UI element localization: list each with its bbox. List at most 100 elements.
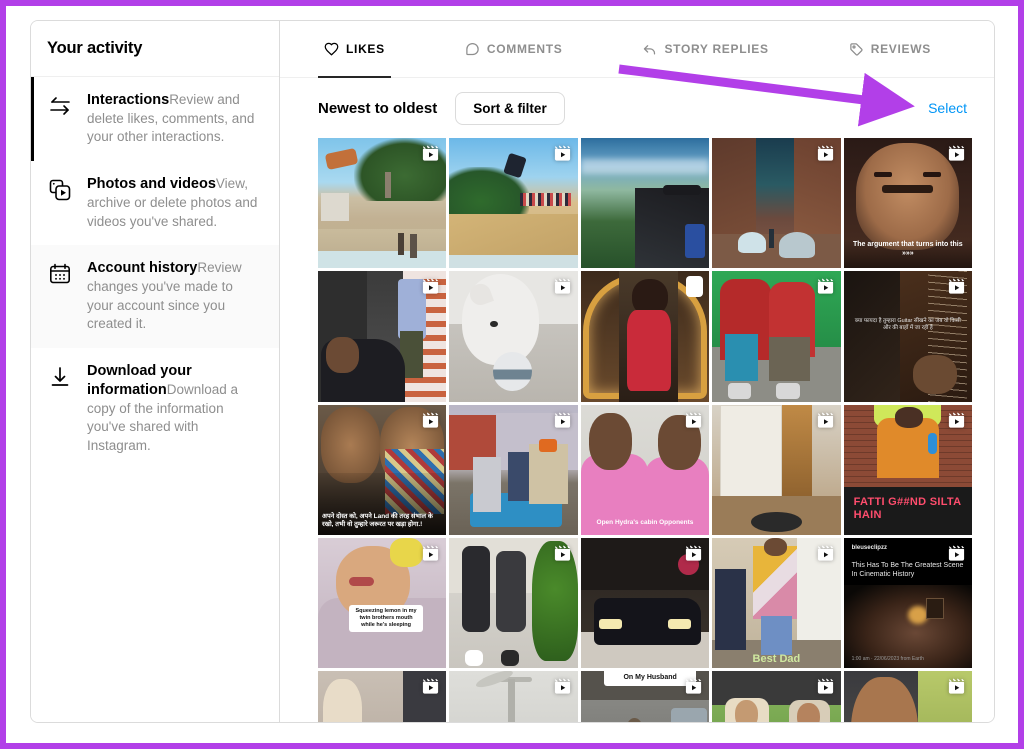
thumbnail-caption: क्या फायदा है तुम्हारा Guitar सीखने का ज… (852, 318, 964, 332)
grid-post-thumbnail[interactable] (712, 671, 840, 722)
tab-label: REVIEWS (871, 42, 931, 56)
sidebar-item-interactions[interactable]: InteractionsReview and delete likes, com… (31, 77, 279, 161)
grid-post-thumbnail[interactable] (449, 671, 577, 722)
grid-post-thumbnail[interactable]: अपने दोस्त को, अपने Land की तरह संभाल के… (318, 405, 446, 535)
sidebar-item-text: Download your informationDownload a copy… (87, 362, 261, 456)
reels-icon (421, 411, 440, 430)
grid-post-thumbnail[interactable]: bleuseclipzz This Has To Be The Greatest … (844, 538, 972, 668)
reels-icon (947, 544, 966, 563)
thumbnail-caption: The argument that turns into this »»» (850, 241, 966, 259)
your-activity-card: Your activity InteractionsReview and del… (30, 20, 995, 723)
thumbnail-caption: FATTI G##ND SILTA HAIN (844, 487, 972, 536)
reels-icon (421, 144, 440, 163)
toolbar: Newest to oldest Sort & filter Select (280, 78, 994, 138)
tweet-body: This Has To Be The Greatest Scene In Cin… (852, 562, 964, 580)
tab-likes[interactable]: LIKES (318, 22, 391, 78)
tab-comments[interactable]: COMMENTS (459, 22, 569, 78)
grid-post-thumbnail[interactable] (581, 271, 709, 401)
grid-post-thumbnail[interactable]: Open Hydra's cabin Opponents (581, 405, 709, 535)
reels-icon (816, 544, 835, 563)
sidebar-item-text: Account historyReview changes you've mad… (87, 259, 261, 334)
reels-icon (684, 411, 703, 430)
grid-post-thumbnail[interactable] (581, 538, 709, 668)
reels-icon (553, 544, 572, 563)
reels-icon (684, 677, 703, 696)
download-icon (47, 364, 73, 390)
grid-post-thumbnail[interactable] (318, 271, 446, 401)
tab-story-replies[interactable]: STORY REPLIES (636, 22, 774, 78)
tab-bar: LIKES COMMENTS STORY REPLIES REVIEWS (280, 21, 994, 78)
tweet-username: bleuseclipzz (852, 545, 887, 553)
sidebar-item-photos-and-videos[interactable]: Photos and videosView, archive or delete… (31, 161, 279, 245)
reels-icon (816, 411, 835, 430)
comment-icon (465, 42, 480, 57)
reels-icon (553, 277, 572, 296)
screenshot-root: Your activity InteractionsReview and del… (6, 6, 1018, 743)
reels-icon (816, 277, 835, 296)
grid-post-thumbnail[interactable] (712, 271, 840, 401)
reels-icon (553, 144, 572, 163)
grid-post-thumbnail[interactable] (581, 138, 709, 268)
grid-post-thumbnail[interactable] (449, 538, 577, 668)
grid-post-thumbnail[interactable] (449, 271, 577, 401)
grid-post-thumbnail[interactable] (712, 138, 840, 268)
grid-post-thumbnail[interactable] (844, 671, 972, 722)
grid-post-thumbnail[interactable] (449, 405, 577, 535)
grid-post-thumbnail[interactable]: Best Dad (712, 538, 840, 668)
main-panel: LIKES COMMENTS STORY REPLIES REVIEWS Newest… (280, 21, 994, 722)
reels-icon (947, 144, 966, 163)
thumbnail-image (581, 138, 709, 268)
sidebar-item-label: Account history (87, 260, 197, 276)
reels-icon (816, 677, 835, 696)
tab-reviews[interactable]: REVIEWS (843, 22, 937, 78)
sidebar-item-download-your-information[interactable]: Download your informationDownload a copy… (31, 348, 279, 470)
sort-and-filter-button[interactable]: Sort & filter (455, 92, 565, 125)
sidebar-item-text: InteractionsReview and delete likes, com… (87, 91, 261, 147)
sidebar-item-text: Photos and videosView, archive or delete… (87, 175, 261, 231)
reels-icon (553, 677, 572, 696)
grid-post-thumbnail[interactable]: On My Husband (581, 671, 709, 722)
sidebar-header: Your activity (31, 21, 279, 77)
photos-videos-icon (47, 177, 73, 203)
reels-icon (947, 411, 966, 430)
sidebar-item-account-history[interactable]: Account historyReview changes you've mad… (31, 245, 279, 348)
grid-post-thumbnail[interactable]: FATTI G##ND SILTA HAIN (844, 405, 972, 535)
grid-post-thumbnail[interactable] (712, 405, 840, 535)
sidebar: Your activity InteractionsReview and del… (31, 21, 280, 722)
liked-posts-grid-wrapper: The argument that turns into this »»» क्… (280, 138, 994, 722)
reels-icon (421, 677, 440, 696)
grid-post-thumbnail[interactable] (318, 671, 446, 722)
sidebar-item-label: Interactions (87, 92, 169, 108)
tab-label: COMMENTS (487, 42, 563, 56)
reels-icon (553, 411, 572, 430)
multi-post-icon (686, 276, 703, 297)
heart-icon (324, 42, 339, 57)
reels-icon (947, 677, 966, 696)
tag-icon (849, 42, 864, 57)
reply-arrow-icon (642, 42, 657, 57)
thumbnail-caption: On My Husband (604, 671, 696, 686)
tab-label: LIKES (346, 42, 385, 56)
grid-post-thumbnail[interactable] (449, 138, 577, 268)
reels-icon (684, 544, 703, 563)
tab-label: STORY REPLIES (664, 42, 768, 56)
thumbnail-caption: Best Dad (718, 653, 834, 667)
page-title: Your activity (47, 39, 142, 58)
thumbnail-caption: Squeezing lemon in my twin brothers mout… (349, 605, 423, 632)
reels-icon (947, 277, 966, 296)
sidebar-nav: InteractionsReview and delete likes, com… (31, 77, 279, 469)
grid-post-thumbnail[interactable]: Squeezing lemon in my twin brothers mout… (318, 538, 446, 668)
arrows-swap-icon (47, 93, 73, 119)
liked-posts-grid: The argument that turns into this »»» क्… (318, 138, 972, 722)
reels-icon (816, 144, 835, 163)
grid-post-thumbnail[interactable]: क्या फायदा है तुम्हारा Guitar सीखने का ज… (844, 271, 972, 401)
select-link[interactable]: Select (928, 100, 972, 116)
calendar-icon (47, 261, 73, 287)
sidebar-item-label: Photos and videos (87, 176, 216, 192)
tweet-timestamp: 1:00 am · 22/06/2023 from Earth (852, 656, 924, 662)
thumbnail-caption: Open Hydra's cabin Opponents (587, 519, 703, 527)
grid-post-thumbnail[interactable]: The argument that turns into this »»» (844, 138, 972, 268)
thumbnail-caption: अपने दोस्त को, अपने Land की तरह संभाल के… (322, 513, 442, 529)
reels-icon (421, 277, 440, 296)
grid-post-thumbnail[interactable] (318, 138, 446, 268)
